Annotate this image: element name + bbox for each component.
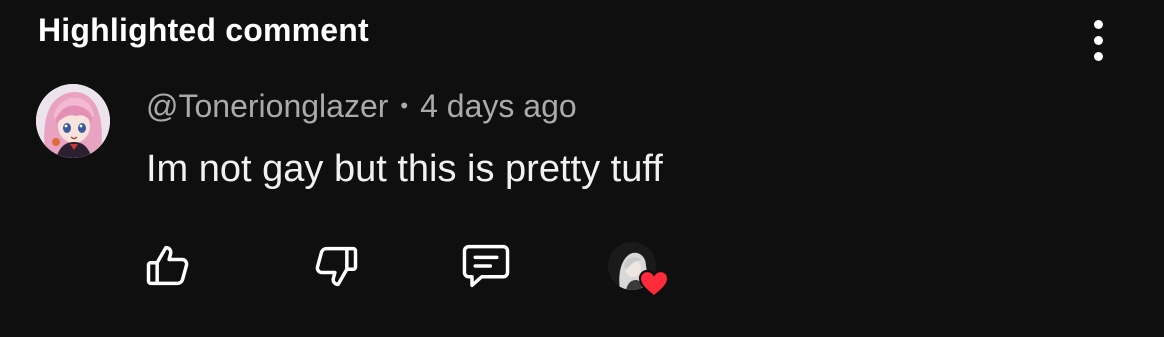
more-dot-icon: [1093, 19, 1103, 29]
dislike-button[interactable]: [310, 240, 362, 292]
comment-timestamp: 4 days ago: [420, 88, 577, 124]
more-options-button[interactable]: [1082, 18, 1114, 62]
anime-avatar-icon: [36, 84, 110, 158]
more-dot-icon: [1093, 51, 1103, 61]
creator-heart-badge: [604, 240, 674, 300]
like-button[interactable]: [142, 240, 194, 292]
meta-separator: •: [400, 93, 409, 118]
reply-button[interactable]: [458, 240, 514, 292]
author-handle[interactable]: @Tonerionglazer: [146, 88, 388, 124]
comment-icon: [462, 244, 510, 288]
comment-meta: @Tonerionglazer • 4 days ago: [146, 88, 577, 125]
thumbs-down-icon: [315, 246, 358, 287]
comment-body: Im not gay but this is pretty tuff: [146, 148, 663, 190]
more-dot-icon: [1093, 35, 1103, 45]
heart-icon: [638, 269, 670, 298]
highlighted-comment-panel: Highlighted comment @Tonerionglazer • 4 …: [0, 0, 1164, 337]
author-avatar[interactable]: [36, 84, 110, 158]
section-title: Highlighted comment: [38, 12, 369, 48]
thumbs-up-icon: [146, 245, 189, 286]
